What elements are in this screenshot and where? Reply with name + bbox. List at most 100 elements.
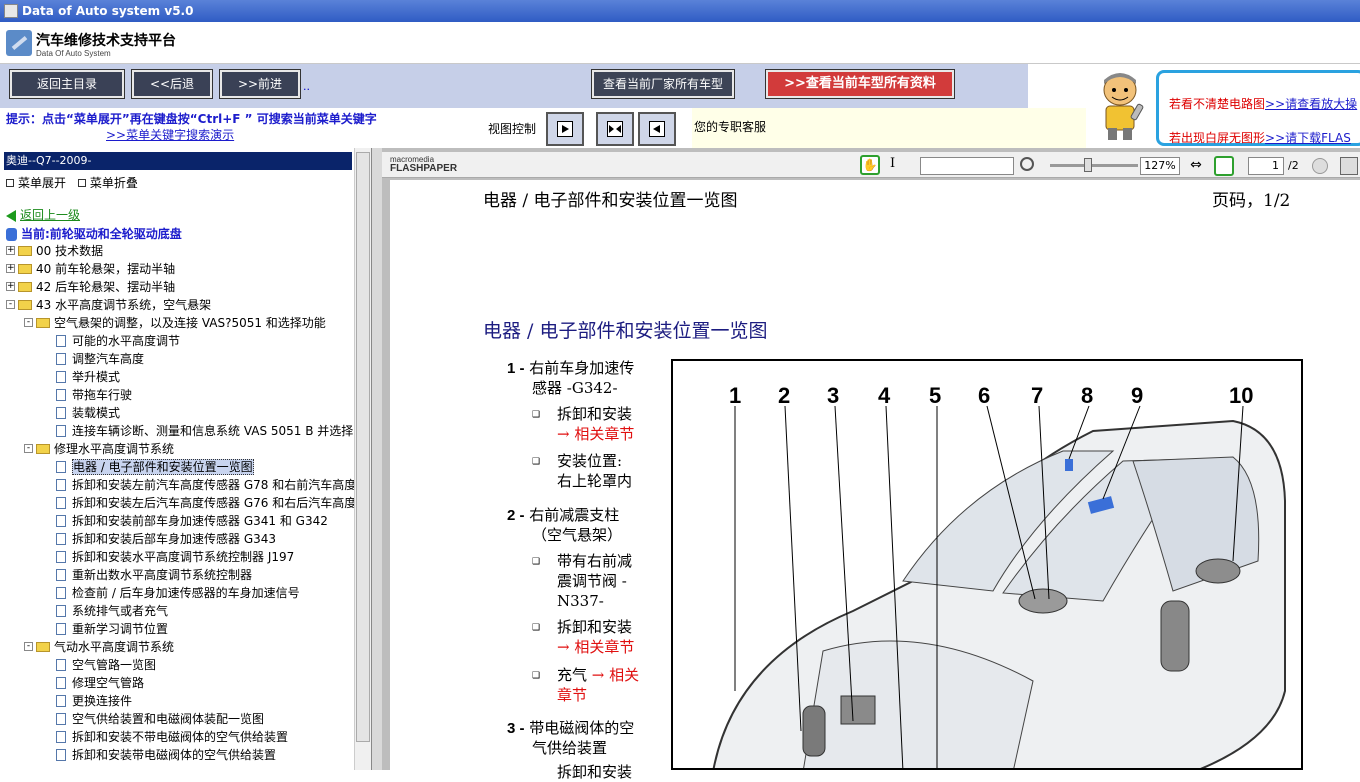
back-button[interactable]: <<后退 bbox=[131, 69, 213, 99]
document-icon bbox=[56, 604, 66, 617]
tree-item[interactable]: 更换连接件 bbox=[42, 692, 132, 710]
tree-item[interactable]: 重新出数水平高度调节系统控制器 bbox=[42, 566, 252, 584]
all-data-label: 查看当前车型所有资料 bbox=[805, 76, 936, 91]
pane-splitter[interactable] bbox=[372, 148, 382, 770]
menu-expand-button[interactable]: 菜单展开 bbox=[6, 176, 66, 190]
tree-item[interactable]: 连接车辆诊断、测量和信息系统 VAS 5051 B 并选择 bbox=[42, 422, 353, 440]
view-split-button[interactable] bbox=[596, 112, 634, 146]
tree-item[interactable]: 空气管路一览图 bbox=[42, 656, 156, 674]
tree-item[interactable]: 系统排气或者充气 bbox=[42, 602, 168, 620]
tree-folder[interactable]: +40 前车轮悬架，摆动半轴 bbox=[6, 260, 175, 278]
tree-item-label: 装载模式 bbox=[72, 406, 121, 420]
tree-folder[interactable]: - 43 水平高度调节系统，空气悬架 bbox=[6, 296, 211, 314]
tree-item[interactable]: 电器 / 电子部件和安装位置一览图 bbox=[42, 458, 254, 476]
expand-icon bbox=[6, 178, 14, 187]
tree-item[interactable]: 拆卸和安装前部车身加速传感器 G341 和 G342 bbox=[42, 512, 328, 530]
tree-item[interactable]: 带拖车行驶 bbox=[42, 386, 132, 404]
toolbar-more-link[interactable]: .. bbox=[303, 80, 310, 93]
fit-page-icon[interactable] bbox=[1214, 156, 1234, 176]
flash-download-link[interactable]: >>请下载FLAS bbox=[1265, 131, 1351, 145]
tree-folder[interactable]: - 修理水平高度调节系统 bbox=[24, 440, 174, 458]
document-icon bbox=[56, 676, 66, 689]
help-line-1: 若看不清楚电路图>>请查看放大操 bbox=[1169, 95, 1357, 112]
all-data-button[interactable]: >>查看当前车型所有资料 bbox=[765, 69, 955, 99]
tree-item-label: 空气供给装置和电磁阀体装配一览图 bbox=[72, 712, 265, 726]
home-button[interactable]: 返回主目录 bbox=[9, 69, 125, 99]
tree-folder[interactable]: +00 技术数据 bbox=[6, 242, 103, 260]
scrollbar-thumb[interactable] bbox=[356, 152, 370, 742]
item-2-sub-3-link2[interactable]: 章节 bbox=[557, 685, 587, 705]
fit-width-icon[interactable]: ⇔ bbox=[1188, 158, 1204, 174]
tree-item[interactable]: 装载模式 bbox=[42, 404, 120, 422]
tree-item[interactable]: 拆卸和安装带电磁阀体的空气供给装置 bbox=[42, 746, 276, 764]
tree-item[interactable]: 拆卸和安装左前汽车高度传感器 G78 和右前汽车高度 bbox=[42, 476, 356, 494]
item-2-sub-3-link[interactable]: → 相关 bbox=[592, 666, 639, 684]
toolbar-spacer bbox=[1028, 64, 1086, 108]
tree-item-label: 可能的水平高度调节 bbox=[72, 334, 181, 348]
tree-folder[interactable]: - 空气悬架的调整，以及连接 VAS?5051 和选择功能 bbox=[24, 314, 326, 332]
document-icon bbox=[56, 478, 66, 491]
zoom-slider[interactable] bbox=[1050, 164, 1138, 167]
menu-expand-label: 菜单展开 bbox=[18, 176, 67, 190]
zoom-level[interactable]: 127% bbox=[1140, 157, 1180, 175]
search-demo-link[interactable]: >>菜单关键字搜索演示 bbox=[106, 126, 234, 143]
item-1-link[interactable]: → 相关章节 bbox=[557, 424, 634, 444]
back-up-link[interactable]: 返回上一级 bbox=[6, 206, 80, 223]
tree-item[interactable]: 拆卸和安装不带电磁阀体的空气供给装置 bbox=[42, 728, 288, 746]
folder-icon bbox=[36, 317, 50, 328]
component-location-figure: 1 2 3 4 5 6 7 8 9 10 bbox=[671, 359, 1303, 770]
vehicle-drawing bbox=[712, 405, 1286, 768]
forward-button[interactable]: >>前进 bbox=[219, 69, 301, 99]
item-text: 带电磁阀体的空 bbox=[529, 719, 635, 737]
collapse-node-icon[interactable]: - bbox=[24, 318, 33, 327]
search-hint: 提示：点击“菜单展开”再在键盘按“Ctrl+F ” 可搜索当前菜单关键字 bbox=[6, 112, 377, 126]
expand-node-icon[interactable]: + bbox=[6, 264, 15, 273]
tree-item[interactable]: 拆卸和安装水平高度调节系统控制器 J197 bbox=[42, 548, 294, 566]
prev-page-icon[interactable] bbox=[1312, 158, 1328, 174]
item-2-sub-2: 拆卸和安装 bbox=[557, 618, 633, 636]
tree-folder[interactable]: - 气动水平高度调节系统 bbox=[24, 638, 174, 656]
tree-item[interactable]: 重新学习调节位置 bbox=[42, 620, 168, 638]
tree-item[interactable]: 空气供给装置和电磁阀体装配一览图 bbox=[42, 710, 264, 728]
menu-collapse-button[interactable]: 菜单折叠 bbox=[77, 176, 138, 190]
text-select-icon[interactable]: I bbox=[890, 156, 895, 171]
tree-item[interactable]: 拆卸和安装后部车身加速传感器 G343 bbox=[42, 530, 276, 548]
tree-item[interactable]: 检查前 / 后车身加速传感器的车身加速信号 bbox=[42, 584, 300, 602]
tree-folder[interactable]: +42 后车轮悬架、摆动半轴 bbox=[6, 278, 175, 296]
menu-collapse-label: 菜单折叠 bbox=[89, 176, 138, 190]
maker-models-button[interactable]: 查看当前厂家所有车型 bbox=[591, 69, 735, 99]
expand-node-icon[interactable]: + bbox=[6, 246, 15, 255]
tree-item-label: 系统排气或者充气 bbox=[72, 604, 169, 618]
vehicle-selector[interactable]: 奥迪--Q7--2009- bbox=[4, 152, 352, 170]
print-icon[interactable] bbox=[1340, 157, 1358, 175]
collapse-node-icon[interactable]: - bbox=[6, 300, 15, 309]
folder-icon bbox=[18, 263, 32, 274]
search-icon[interactable] bbox=[1020, 157, 1034, 171]
view-expand-left-button[interactable] bbox=[638, 112, 676, 146]
tree-item[interactable]: 举升模式 bbox=[42, 368, 120, 386]
collapse-node-icon[interactable]: - bbox=[24, 444, 33, 453]
zoom-slider-knob[interactable] bbox=[1084, 158, 1092, 172]
sidebar-scrollbar[interactable] bbox=[354, 148, 371, 770]
expand-node-icon[interactable]: + bbox=[6, 282, 15, 291]
tree-item[interactable]: 修理空气管路 bbox=[42, 674, 144, 692]
tree-item-label: 举升模式 bbox=[72, 370, 121, 384]
collapse-node-icon[interactable]: - bbox=[24, 642, 33, 651]
tree-item[interactable]: 调整汽车高度 bbox=[42, 350, 144, 368]
tree-item[interactable]: 拆卸和安装左后汽车高度传感器 G76 和右后汽车高度 bbox=[42, 494, 356, 512]
item-2-link[interactable]: → 相关章节 bbox=[557, 637, 634, 657]
app-header: 汽车维修技术支持平台 Data Of Auto System bbox=[0, 22, 1360, 64]
item-2-sub-1c: N337- bbox=[557, 592, 604, 610]
item-2-sub-1b: 震调节阀 - bbox=[557, 572, 627, 590]
view-expand-right-button[interactable] bbox=[546, 112, 584, 146]
flashpaper-toolbar: macromedia FLASHPAPER ✋ I 127% ⇔ 1 /2 bbox=[382, 152, 1360, 178]
page-input[interactable]: 1 bbox=[1248, 157, 1284, 175]
document-icon bbox=[56, 532, 66, 545]
tree-item-label: 拆卸和安装左前汽车高度传感器 G78 和右前汽车高度 bbox=[72, 478, 357, 492]
app-icon bbox=[4, 4, 18, 18]
hand-tool-icon[interactable]: ✋ bbox=[860, 155, 880, 175]
tree-item[interactable]: 可能的水平高度调节 bbox=[42, 332, 180, 350]
tree-item-label: 43 水平高度调节系统，空气悬架 bbox=[36, 298, 212, 312]
zoom-help-link[interactable]: >>请查看放大操 bbox=[1265, 97, 1357, 111]
find-input[interactable] bbox=[920, 157, 1014, 175]
